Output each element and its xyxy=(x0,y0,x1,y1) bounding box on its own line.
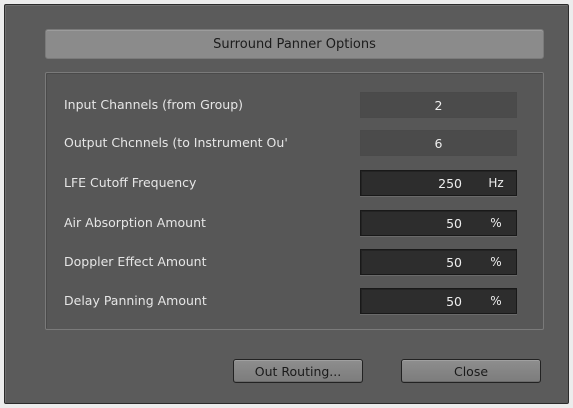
out-routing-button[interactable]: Out Routing... xyxy=(233,359,363,383)
output-channels-value-text: 6 xyxy=(434,135,443,151)
air-absorption-unit: % xyxy=(490,216,502,230)
out-routing-button-label: Out Routing... xyxy=(254,363,342,379)
doppler-effect-label: Doppler Effect Amount xyxy=(64,254,207,269)
output-channels-label: Output Chcnnels (to Instrument Ou' xyxy=(64,135,288,150)
input-channels-value: 2 xyxy=(360,92,517,118)
input-channels-label: Input Channels (from Group) xyxy=(64,97,244,112)
options-panel: Input Channels (from Group) 2 Output Chc… xyxy=(45,72,544,330)
surround-panner-options-dialog: Surround Panner Options Input Channels (… xyxy=(4,4,569,404)
row-doppler-effect: Doppler Effect Amount 50 % xyxy=(46,247,545,277)
delay-panning-field[interactable]: 50 % xyxy=(360,288,517,314)
doppler-effect-value: 50 xyxy=(446,254,462,270)
dialog-title-bar: Surround Panner Options xyxy=(45,29,544,59)
air-absorption-field[interactable]: 50 % xyxy=(360,210,517,236)
dialog-title: Surround Panner Options xyxy=(213,36,376,52)
close-button[interactable]: Close xyxy=(401,359,541,383)
row-delay-panning: Delay Panning Amount 50 % xyxy=(46,286,545,316)
air-absorption-label: Air Absorption Amount xyxy=(64,215,206,230)
lfe-cutoff-field[interactable]: 250 Hz xyxy=(360,170,517,196)
output-channels-value: 6 xyxy=(360,130,517,156)
row-air-absorption: Air Absorption Amount 50 % xyxy=(46,208,545,238)
delay-panning-label: Delay Panning Amount xyxy=(64,293,207,308)
lfe-cutoff-label: LFE Cutoff Frequency xyxy=(64,175,197,190)
delay-panning-unit: % xyxy=(490,294,502,308)
doppler-effect-unit: % xyxy=(490,255,502,269)
lfe-cutoff-value: 250 xyxy=(438,175,462,191)
row-output-channels: Output Chcnnels (to Instrument Ou' 6 xyxy=(46,128,545,158)
lfe-cutoff-unit: Hz xyxy=(488,176,504,190)
row-lfe-cutoff: LFE Cutoff Frequency 250 Hz xyxy=(46,168,545,198)
input-channels-value-text: 2 xyxy=(434,97,443,113)
doppler-effect-field[interactable]: 50 % xyxy=(360,249,517,275)
window: Surround Panner Options Input Channels (… xyxy=(0,0,573,408)
row-input-channels: Input Channels (from Group) 2 xyxy=(46,90,545,120)
close-button-label: Close xyxy=(453,363,489,379)
delay-panning-value: 50 xyxy=(446,293,462,309)
air-absorption-value: 50 xyxy=(446,215,462,231)
